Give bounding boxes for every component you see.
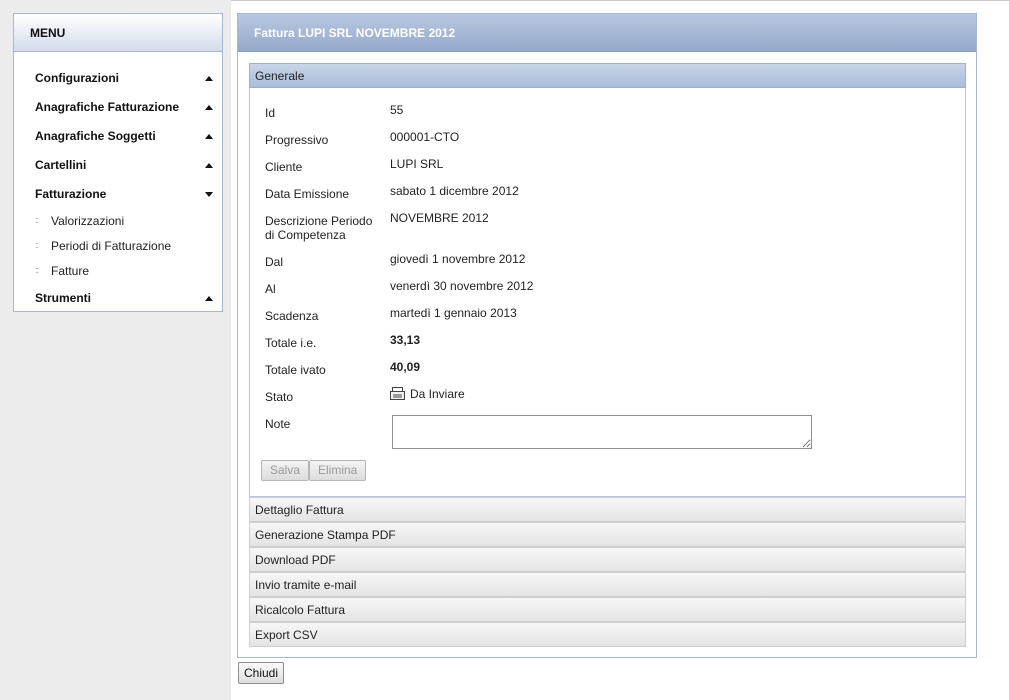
field-value-progressivo: 000001-CTO: [390, 130, 460, 144]
section-body-generale: Id 55 Progressivo 000001-CTO Cliente LUP…: [249, 88, 966, 497]
field-label-totale-ie: Totale i.e.: [265, 336, 317, 350]
submenu-item-periodi-di-fatturazione[interactable]: :: Periodi di Fatturazione: [14, 237, 222, 255]
arrow-up-icon: [205, 76, 213, 81]
submenu-item-fatture[interactable]: :: Fatture: [14, 262, 222, 280]
submenu-item-label: Valorizzazioni: [51, 214, 125, 228]
note-textarea[interactable]: [392, 415, 812, 449]
menu-item-label: Strumenti: [35, 291, 92, 305]
document-icon: [390, 387, 406, 402]
field-label-data-emissione: Data Emissione: [265, 187, 350, 201]
arrow-up-icon: [205, 163, 213, 168]
section-header-generazione-stampa-pdf[interactable]: Generazione Stampa PDF: [249, 522, 966, 547]
arrow-up-icon: [205, 105, 213, 110]
section-header-invio-email[interactable]: Invio tramite e-mail: [249, 572, 966, 597]
menu-title: MENU: [14, 14, 222, 52]
section-header-download-pdf[interactable]: Download PDF: [249, 547, 966, 572]
menu-item-label: Fatturazione: [35, 187, 107, 201]
field-label-descrizione-periodo: Descrizione Periodo di Competenza: [265, 214, 373, 242]
close-button[interactable]: Chiudi: [238, 662, 284, 684]
bullet-icon: ::: [35, 265, 39, 275]
section-header-ricalcolo-fattura[interactable]: Ricalcolo Fattura: [249, 597, 966, 622]
field-value-scadenza: martedì 1 gennaio 2013: [390, 306, 517, 320]
section-header-export-csv[interactable]: Export CSV: [249, 622, 966, 647]
field-value-data-emissione: sabato 1 dicembre 2012: [390, 184, 519, 198]
field-value-id: 55: [390, 103, 404, 117]
sidebar-menu: MENU Configurazioni Anagrafiche Fatturaz…: [13, 13, 223, 312]
submenu-item-valorizzazioni[interactable]: :: Valorizzazioni: [14, 212, 222, 230]
field-label-cliente: Cliente: [265, 160, 303, 174]
menu-item-label: Anagrafiche Fatturazione: [35, 100, 180, 114]
field-label-totale-ivato: Totale ivato: [265, 363, 326, 377]
field-value-totale-ie: 33,13: [390, 333, 421, 347]
arrow-up-icon: [205, 134, 213, 139]
menu-item-strumenti[interactable]: Strumenti: [14, 288, 222, 308]
menu-item-fatturazione[interactable]: Fatturazione: [14, 184, 222, 204]
field-label-note: Note: [265, 417, 291, 431]
menu-item-anagrafiche-soggetti[interactable]: Anagrafiche Soggetti: [14, 126, 222, 146]
field-label-progressivo: Progressivo: [265, 133, 329, 147]
section-header-dettaglio-fattura[interactable]: Dettaglio Fattura: [249, 497, 966, 522]
field-value-al: venerdì 30 novembre 2012: [390, 279, 534, 293]
menu-item-label: Anagrafiche Soggetti: [35, 129, 156, 143]
field-label-stato: Stato: [265, 390, 294, 404]
field-label-al: Al: [265, 282, 276, 296]
menu-item-configurazioni[interactable]: Configurazioni: [14, 68, 222, 88]
submenu-item-label: Fatture: [51, 264, 90, 278]
menu-item-label: Configurazioni: [35, 71, 119, 85]
delete-button[interactable]: Elimina: [309, 460, 367, 481]
field-value-totale-ivato: 40,09: [390, 360, 421, 374]
menu-item-anagrafiche-fatturazione[interactable]: Anagrafiche Fatturazione: [14, 97, 222, 117]
status-value: Da Inviare: [410, 387, 465, 401]
field-value-dal: giovedì 1 novembre 2012: [390, 252, 526, 266]
menu-item-label: Cartellini: [35, 158, 87, 172]
menu-item-cartellini[interactable]: Cartellini: [14, 155, 222, 175]
field-value-cliente: LUPI SRL: [390, 157, 444, 171]
arrow-down-icon: [205, 192, 213, 197]
field-label-scadenza: Scadenza: [265, 309, 319, 323]
field-label-id: Id: [265, 106, 276, 120]
bullet-icon: ::: [35, 215, 39, 225]
save-button[interactable]: Salva: [261, 460, 310, 481]
field-label-dal: Dal: [265, 255, 284, 269]
field-value-descrizione-periodo: NOVEMBRE 2012: [390, 211, 489, 225]
arrow-up-icon: [205, 296, 213, 301]
section-header-generale[interactable]: Generale: [249, 63, 966, 88]
panel-title: Fattura LUPI SRL NOVEMBRE 2012: [238, 14, 976, 52]
bullet-icon: ::: [35, 240, 39, 250]
invoice-panel: Fattura LUPI SRL NOVEMBRE 2012 Generale …: [237, 13, 977, 658]
submenu-item-label: Periodi di Fatturazione: [51, 239, 172, 253]
